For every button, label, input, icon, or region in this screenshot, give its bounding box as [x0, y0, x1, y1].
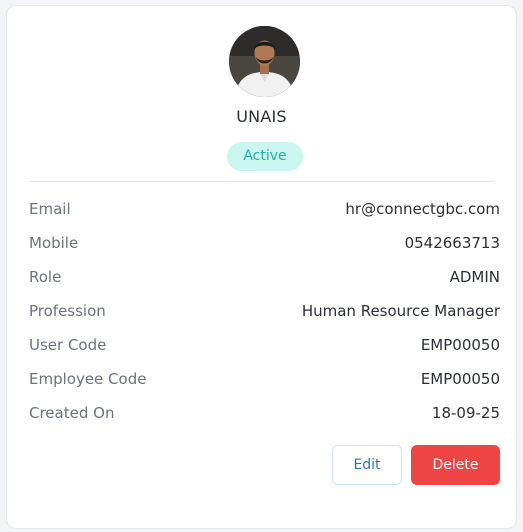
detail-row-employee-code: Employee Code EMP00050: [29, 368, 500, 390]
detail-label: User Code: [29, 336, 107, 354]
divider: [29, 181, 494, 182]
status-badge: Active: [227, 142, 303, 171]
detail-row-mobile: Mobile 0542663713: [29, 232, 500, 254]
detail-value: 18-09-25: [431, 404, 500, 422]
avatar: [229, 26, 300, 97]
delete-button[interactable]: Delete: [411, 445, 500, 485]
detail-label: Employee Code: [29, 370, 147, 388]
user-profile-card: UNAIS Active Email hr@connectgbc.com Mob…: [6, 5, 517, 529]
detail-label: Mobile: [29, 234, 79, 252]
avatar-photo: [229, 26, 300, 97]
detail-label: Role: [29, 268, 62, 286]
detail-row-email: Email hr@connectgbc.com: [29, 198, 500, 220]
detail-label: Created On: [29, 404, 115, 422]
detail-row-created-on: Created On 18-09-25: [29, 402, 500, 424]
detail-value: EMP00050: [420, 336, 500, 354]
detail-row-user-code: User Code EMP00050: [29, 334, 500, 356]
detail-value: Human Resource Manager: [301, 302, 500, 320]
detail-label: Email: [29, 200, 71, 218]
detail-value: 0542663713: [404, 234, 500, 252]
detail-label: Profession: [29, 302, 106, 320]
user-name: UNAIS: [236, 107, 287, 126]
detail-value: ADMIN: [449, 268, 500, 286]
edit-button[interactable]: Edit: [332, 445, 402, 485]
detail-value: EMP00050: [420, 370, 500, 388]
detail-row-role: Role ADMIN: [29, 266, 500, 288]
detail-value: hr@connectgbc.com: [345, 200, 500, 218]
detail-row-profession: Profession Human Resource Manager: [29, 300, 500, 322]
